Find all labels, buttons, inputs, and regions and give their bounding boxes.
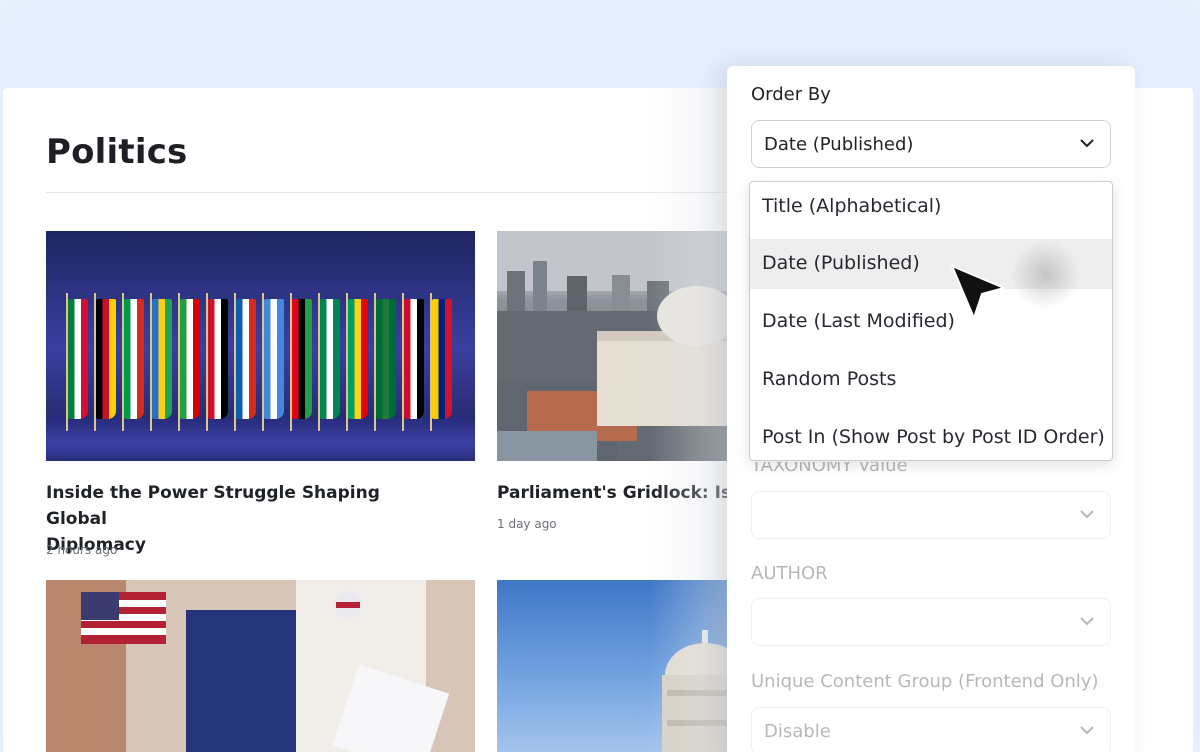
mouse-pointer-icon bbox=[951, 265, 1005, 319]
chevron-down-icon bbox=[1080, 617, 1094, 626]
option-post-in[interactable]: Post In (Show Post by Post ID Order) bbox=[750, 413, 1112, 460]
flag bbox=[152, 299, 172, 419]
order-by-value: Date (Published) bbox=[764, 134, 914, 155]
unique-content-group-select[interactable]: Disable bbox=[751, 707, 1111, 752]
flag bbox=[124, 299, 144, 419]
post-thumbnail-flags[interactable] bbox=[46, 231, 475, 461]
chevron-down-icon bbox=[1080, 726, 1094, 735]
option-title-alphabetical[interactable]: Title (Alphabetical) bbox=[750, 182, 1112, 232]
page-title: Politics bbox=[46, 132, 188, 172]
post-title-line: Inside the Power Struggle Shaping Global bbox=[46, 483, 380, 529]
flag bbox=[320, 299, 340, 419]
order-by-dropdown: Title (Alphabetical) Date (Published) Da… bbox=[749, 181, 1113, 461]
post-time: 2 hours ago bbox=[46, 543, 118, 557]
post-thumbnail-voters[interactable] bbox=[46, 580, 475, 752]
flag bbox=[236, 299, 256, 419]
order-by-label: Order By bbox=[751, 84, 831, 105]
post-time: 1 day ago bbox=[497, 517, 557, 531]
flag bbox=[376, 299, 396, 419]
flag bbox=[348, 299, 368, 419]
flag bbox=[264, 299, 284, 419]
flag bbox=[432, 299, 452, 419]
unique-content-group-value: Disable bbox=[764, 721, 831, 742]
divider bbox=[46, 192, 746, 193]
flag bbox=[96, 299, 116, 419]
option-random-posts[interactable]: Random Posts bbox=[750, 355, 1112, 405]
flag bbox=[68, 299, 88, 419]
order-by-select[interactable]: Date (Published) bbox=[751, 120, 1111, 168]
cursor-glow bbox=[1010, 240, 1080, 310]
taxonomy-value-select[interactable] bbox=[751, 491, 1111, 539]
flag bbox=[208, 299, 228, 419]
chevron-down-icon bbox=[1080, 510, 1094, 519]
floor bbox=[46, 416, 475, 461]
flag bbox=[404, 299, 424, 419]
author-label: AUTHOR bbox=[751, 563, 828, 584]
flag bbox=[292, 299, 312, 419]
voters-illustration bbox=[46, 580, 475, 752]
chevron-down-icon bbox=[1080, 139, 1094, 148]
flag bbox=[180, 299, 200, 419]
unique-content-group-label: Unique Content Group (Frontend Only) bbox=[751, 671, 1099, 692]
author-select[interactable] bbox=[751, 598, 1111, 646]
